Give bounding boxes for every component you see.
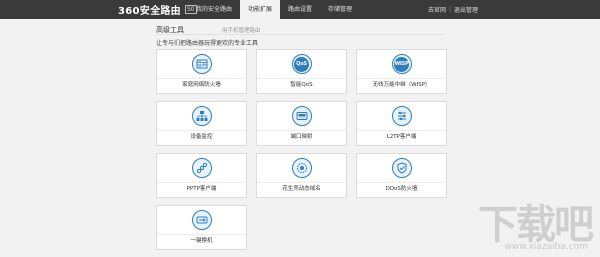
tool-card-wisp[interactable]: WISP 无线万能中继（WISP）: [356, 49, 447, 94]
tool-label: 一键换机: [190, 238, 213, 244]
section-divider: [156, 34, 444, 35]
network-tree-icon: [191, 106, 212, 126]
tool-label: PPTP客户端: [186, 186, 217, 192]
wisp-icon-text: WISP: [394, 56, 409, 72]
link-separator: |: [448, 6, 451, 13]
logo-text: 360安全路由: [118, 6, 181, 17]
logout-link[interactable]: 退出管理: [454, 5, 478, 14]
tool-label: L2TP客户端: [386, 134, 417, 140]
tool-label: 无线万能中继（WISP）: [372, 82, 431, 88]
nav-tab-my-router[interactable]: 我的安全路由: [188, 0, 240, 19]
tool-card-ddns[interactable]: 花生壳动态域名: [256, 153, 347, 198]
tool-label: 花生壳动态域名: [282, 186, 321, 192]
card-divider: [357, 182, 446, 183]
watermark-url: www.xiazaiba.com: [504, 242, 588, 252]
tool-card-firewall[interactable]: 家庭网络防火墙: [156, 49, 247, 94]
main-nav: 我的安全路由 功能扩展 路由设置 存储管理: [188, 0, 360, 19]
card-divider: [257, 182, 346, 183]
firewall-icon: [191, 54, 212, 74]
qos-icon: QoS: [291, 54, 312, 74]
nav-tab-storage[interactable]: 存储管理: [320, 0, 360, 19]
port-mapping-icon: [291, 106, 312, 126]
tool-card-l2tp[interactable]: L2TP客户端: [356, 101, 447, 146]
card-divider: [257, 130, 346, 131]
switch-device-icon: [191, 210, 212, 230]
ddos-icon: [391, 158, 412, 178]
card-divider: [157, 234, 246, 235]
tool-label: 家庭网络防火墙: [182, 82, 221, 88]
nav-tab-extensions[interactable]: 功能扩展: [240, 0, 281, 19]
top-bar: 360安全路由 S0 我的安全路由 功能扩展 路由设置 存储管理 去官网 | 退…: [0, 0, 600, 19]
qos-icon-text: QoS: [294, 56, 309, 72]
official-site-link[interactable]: 去官网: [428, 5, 446, 14]
tool-card-qos[interactable]: QoS 智能QoS: [256, 49, 347, 94]
card-divider: [157, 78, 246, 79]
tools-grid: 家庭网络防火墙 QoS 智能QoS WISP 无线万能中继（WISP） 设备监控…: [156, 49, 447, 250]
nav-tab-router-settings[interactable]: 路由设置: [280, 0, 320, 19]
logo[interactable]: 360安全路由 S0: [118, 3, 197, 17]
pptp-icon: [191, 158, 212, 178]
tool-label: DDoS防火墙: [385, 186, 418, 192]
card-divider: [157, 130, 246, 131]
top-right-links: 去官网 | 退出管理: [428, 0, 478, 19]
card-divider: [157, 182, 246, 183]
card-divider: [357, 78, 446, 79]
tool-card-pptp[interactable]: PPTP客户端: [156, 153, 247, 198]
tool-card-ddos-firewall[interactable]: DDoS防火墙: [356, 153, 447, 198]
tool-card-one-key-switch[interactable]: 一键换机: [156, 205, 247, 250]
tool-label: 端口映射: [290, 134, 313, 140]
site-watermark: 下载吧 www.xiazaiba.com: [478, 192, 596, 254]
wisp-icon: WISP: [391, 54, 412, 74]
tool-card-device-monitor[interactable]: 设备监控: [156, 101, 247, 146]
ddns-icon: [291, 158, 312, 178]
mobile-manage-link[interactable]: 用手机管理路由: [222, 26, 261, 34]
tool-label: 智能QoS: [290, 82, 313, 88]
card-divider: [257, 78, 346, 79]
l2tp-icon: [391, 106, 412, 126]
tool-card-port-mapping[interactable]: 端口映射: [256, 101, 347, 146]
section-description: 让专与们把路由器玩得更欢的专业工具: [156, 40, 259, 47]
tool-label: 设备监控: [190, 134, 213, 140]
card-divider: [357, 130, 446, 131]
